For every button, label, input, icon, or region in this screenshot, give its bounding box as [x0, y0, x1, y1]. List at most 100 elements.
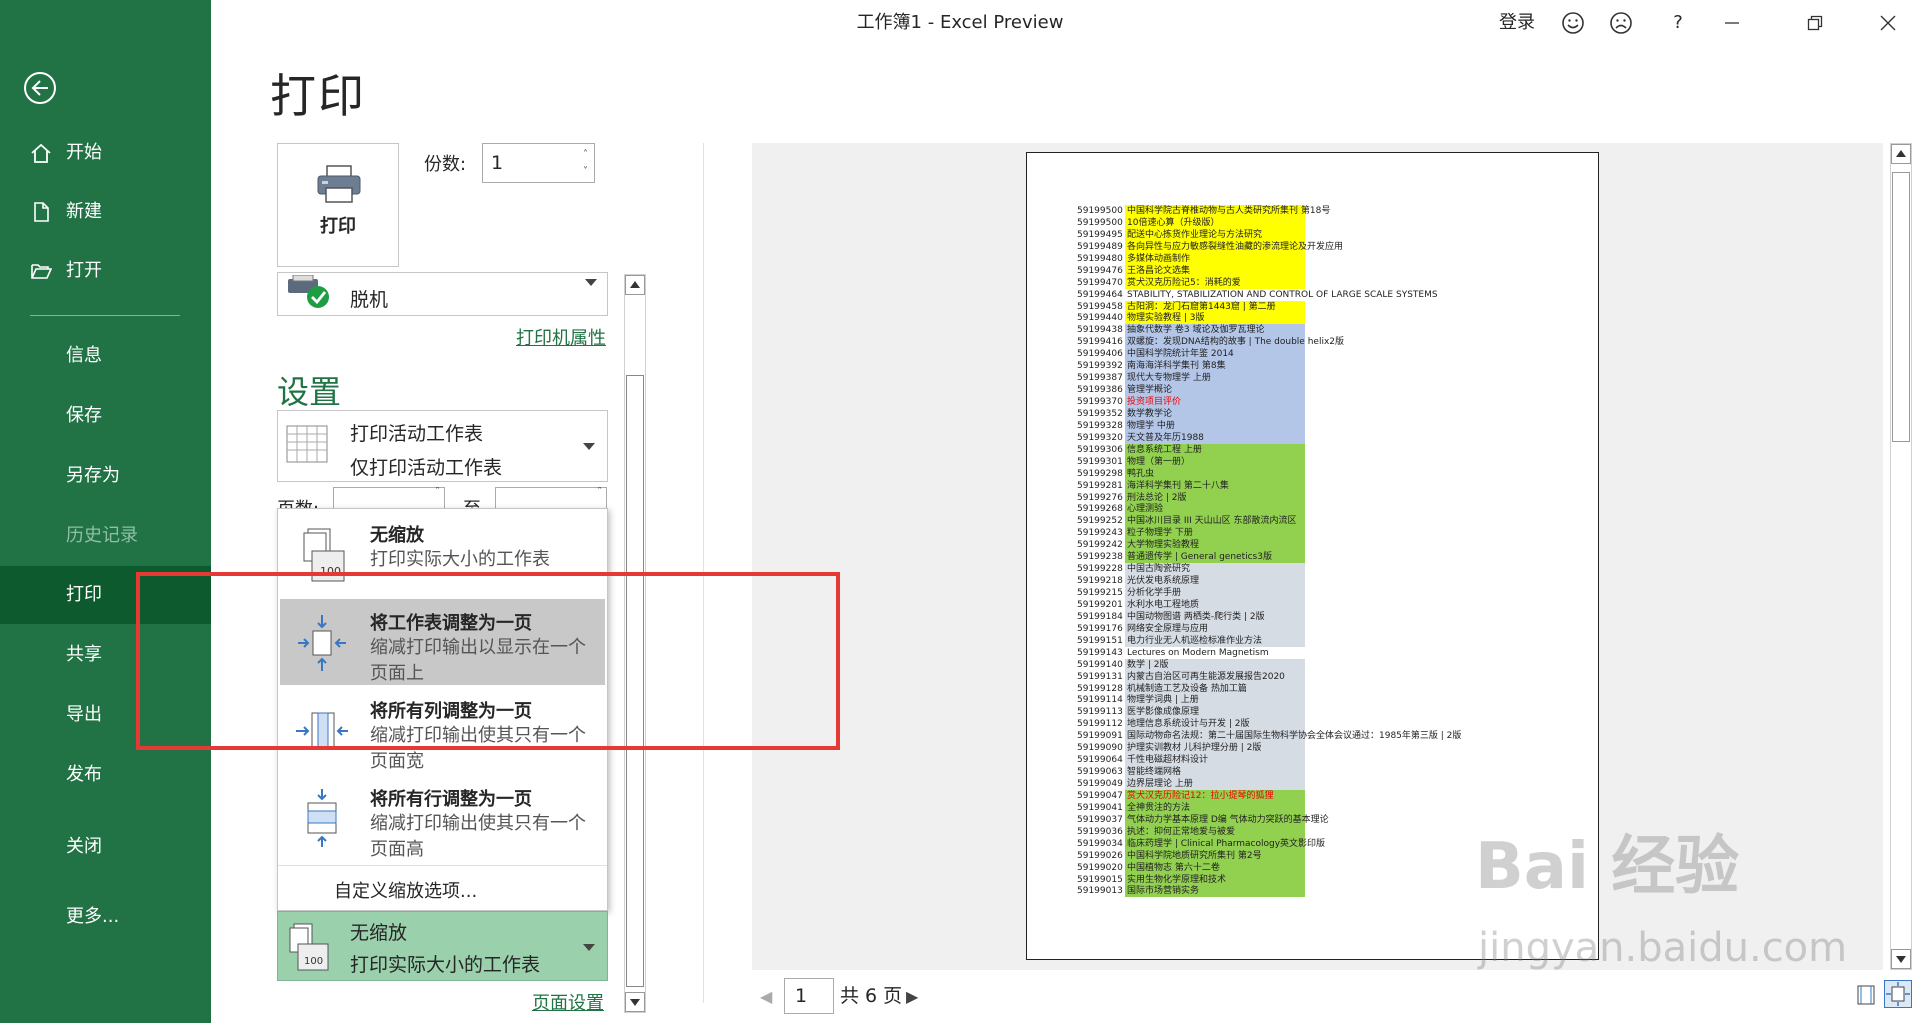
nav-item-history: 历史记录	[0, 507, 211, 565]
zoom-to-page-icon[interactable]	[1884, 980, 1912, 1008]
scroll-up-arrow-icon[interactable]	[1891, 144, 1911, 164]
scaling-option-desc: 缩减打印输出以显示在一个页面上	[370, 637, 586, 684]
scroll-up-arrow-icon[interactable]	[625, 275, 645, 295]
preview-row: 59199392 南海海洋科学集刊 第8集	[1077, 360, 1597, 373]
row-title: 投资项目评价	[1127, 397, 1182, 407]
copies-value: 1	[491, 152, 504, 174]
show-margins-icon[interactable]	[1856, 985, 1876, 1009]
printer-name: 脱机	[350, 289, 389, 311]
scaling-option-desc: 缩减打印输出使其只有一个页面宽	[370, 725, 586, 772]
row-title: 各向异性与应力敏感裂缝性油藏的渗流理论及开发应用	[1127, 241, 1344, 252]
row-id: 59199276	[1077, 492, 1123, 503]
printer-selector[interactable]: 脱机	[277, 272, 608, 316]
scaling-option-no-scaling[interactable]: 100 无缩放 打印实际大小的工作表	[280, 511, 605, 597]
nav-item-export[interactable]: 导出	[0, 686, 211, 744]
copies-stepper[interactable]: 1 ˄ ˅	[482, 143, 595, 183]
frown-feedback-icon[interactable]	[1606, 8, 1636, 38]
preview-row: 59199113 医学影像成像原理	[1077, 706, 1597, 719]
settings-heading: 设置	[277, 373, 342, 411]
row-id: 59199064	[1077, 755, 1123, 766]
scaling-dropdown[interactable]: 100 无缩放 打印实际大小的工作表	[277, 911, 608, 981]
nav-item-label: 新建	[66, 201, 102, 222]
scaling-option-fit-rows[interactable]: 将所有行调整为一页 缩减打印输出使其只有一个页面高	[280, 775, 605, 861]
nav-item-publish[interactable]: 发布	[0, 746, 211, 804]
nav-item-info[interactable]: 信息	[0, 327, 211, 385]
close-icon[interactable]	[1868, 8, 1908, 38]
preview-row: 59199047 赏犬汉克历险记12：拉小提琴的狐狸	[1077, 789, 1597, 802]
preview-row: 59199416 双螺旋：发现DNA结构的故事 | The double heli…	[1077, 336, 1597, 349]
pages-range-row: 页数: ˄ 至 ˄	[277, 487, 607, 509]
nav-item-new[interactable]: 新建	[0, 183, 211, 241]
row-title: 数学 | 2版	[1127, 659, 1169, 670]
nav-item-close[interactable]: 关闭	[0, 818, 211, 876]
preview-row: 59199064 千性电磁超材料设计	[1077, 754, 1597, 767]
stepper-arrows[interactable]: ˄ ˅	[583, 146, 588, 180]
row-title: 网络安全原理与应用	[1127, 623, 1209, 634]
page-number-input[interactable]: 1	[784, 978, 834, 1014]
scroll-thumb[interactable]	[626, 375, 644, 987]
preview-row: 59199301 物理（第一册）	[1077, 455, 1597, 468]
printer-properties-link[interactable]: 打印机属性	[516, 324, 606, 350]
nav-item-label: 关闭	[66, 836, 102, 857]
preview-row: 59199112 地理信息系统设计与开发 | 2版	[1077, 718, 1597, 731]
pages-from-input[interactable]: ˄	[333, 487, 445, 509]
print-button[interactable]: 打印	[277, 143, 399, 267]
svg-text:100: 100	[320, 565, 341, 578]
preview-row: 59199128 机械制造工艺及设备 热加工篇	[1077, 682, 1597, 695]
print-what-dropdown[interactable]: 打印活动工作表 仅打印活动工作表	[277, 410, 608, 482]
row-id: 59199015	[1077, 874, 1123, 885]
settings-scrollbar[interactable]	[624, 274, 646, 1013]
preview-row: 59199476 王洛昌论文选集	[1077, 264, 1597, 277]
back-arrow-icon[interactable]	[24, 72, 56, 104]
minimize-icon[interactable]	[1712, 8, 1752, 38]
row-id: 59199480	[1077, 253, 1123, 264]
scaling-current-desc: 打印实际大小的工作表	[350, 954, 541, 976]
nav-item-home[interactable]: 开始	[0, 124, 211, 182]
nav-item-share[interactable]: 共享	[0, 626, 211, 684]
menu-divider	[278, 865, 607, 866]
row-title: 全神贯注的方法	[1127, 802, 1191, 813]
nav-item-save-as[interactable]: 另存为	[0, 447, 211, 505]
row-title: 智能终端网格	[1127, 767, 1182, 778]
scaling-option-fit-columns[interactable]: 将所有列调整为一页 缩减打印输出使其只有一个页面宽	[280, 687, 605, 773]
nav-item-save[interactable]: 保存	[0, 387, 211, 445]
preview-row: 59199049 边界层理论 上册	[1077, 778, 1597, 790]
row-id: 59199352	[1077, 408, 1123, 419]
restore-icon[interactable]	[1795, 8, 1835, 38]
scroll-thumb[interactable]	[1892, 172, 1910, 442]
scaling-option-fit-sheet[interactable]: 将工作表调整为一页 缩减打印输出以显示在一个页面上	[280, 599, 605, 685]
next-page-icon[interactable]: ▶	[906, 987, 918, 1006]
chevron-down-icon	[583, 944, 595, 951]
pages-to-input[interactable]: ˄	[495, 487, 607, 509]
preview-scrollbar[interactable]	[1890, 143, 1912, 970]
row-id: 59199301	[1077, 456, 1123, 467]
smile-feedback-icon[interactable]	[1558, 8, 1588, 38]
login-button[interactable]: 登录	[1495, 8, 1539, 38]
row-id: 59199440	[1077, 313, 1123, 324]
row-id: 59199140	[1077, 659, 1123, 670]
pages-to-label: 至	[463, 495, 481, 509]
row-title: 心理测验	[1127, 504, 1164, 515]
row-id: 59199143	[1077, 647, 1123, 658]
help-button[interactable]: ?	[1663, 8, 1693, 38]
prev-page-icon[interactable]: ◀	[760, 987, 772, 1006]
nav-item-label: 打开	[66, 260, 102, 281]
nav-item-print[interactable]: 打印	[0, 566, 211, 624]
nav-item-open[interactable]: 打开	[0, 242, 211, 300]
scaling-option-title: 无缩放	[370, 525, 424, 546]
page-title: 打印	[270, 69, 366, 123]
folder-open-icon	[31, 264, 52, 279]
page-setup-link[interactable]: 页面设置	[532, 989, 604, 1015]
nav-item-label: 开始	[66, 142, 102, 163]
scroll-down-arrow-icon[interactable]	[625, 992, 645, 1012]
preview-row: 59199243 粒子物理学 下册	[1077, 527, 1597, 540]
new-document-icon	[34, 202, 49, 222]
custom-scaling-option[interactable]: 自定义缩放选项...	[334, 877, 477, 903]
row-id: 59199037	[1077, 814, 1123, 825]
scroll-down-arrow-icon[interactable]	[1891, 949, 1911, 969]
print-what-title: 打印活动工作表	[350, 423, 484, 445]
row-title: Lectures on Modern Magnetism	[1127, 647, 1269, 658]
row-id: 59199438	[1077, 325, 1123, 336]
nav-item-more[interactable]: 更多...	[0, 888, 211, 946]
row-title: 王洛昌论文选集	[1127, 265, 1191, 276]
